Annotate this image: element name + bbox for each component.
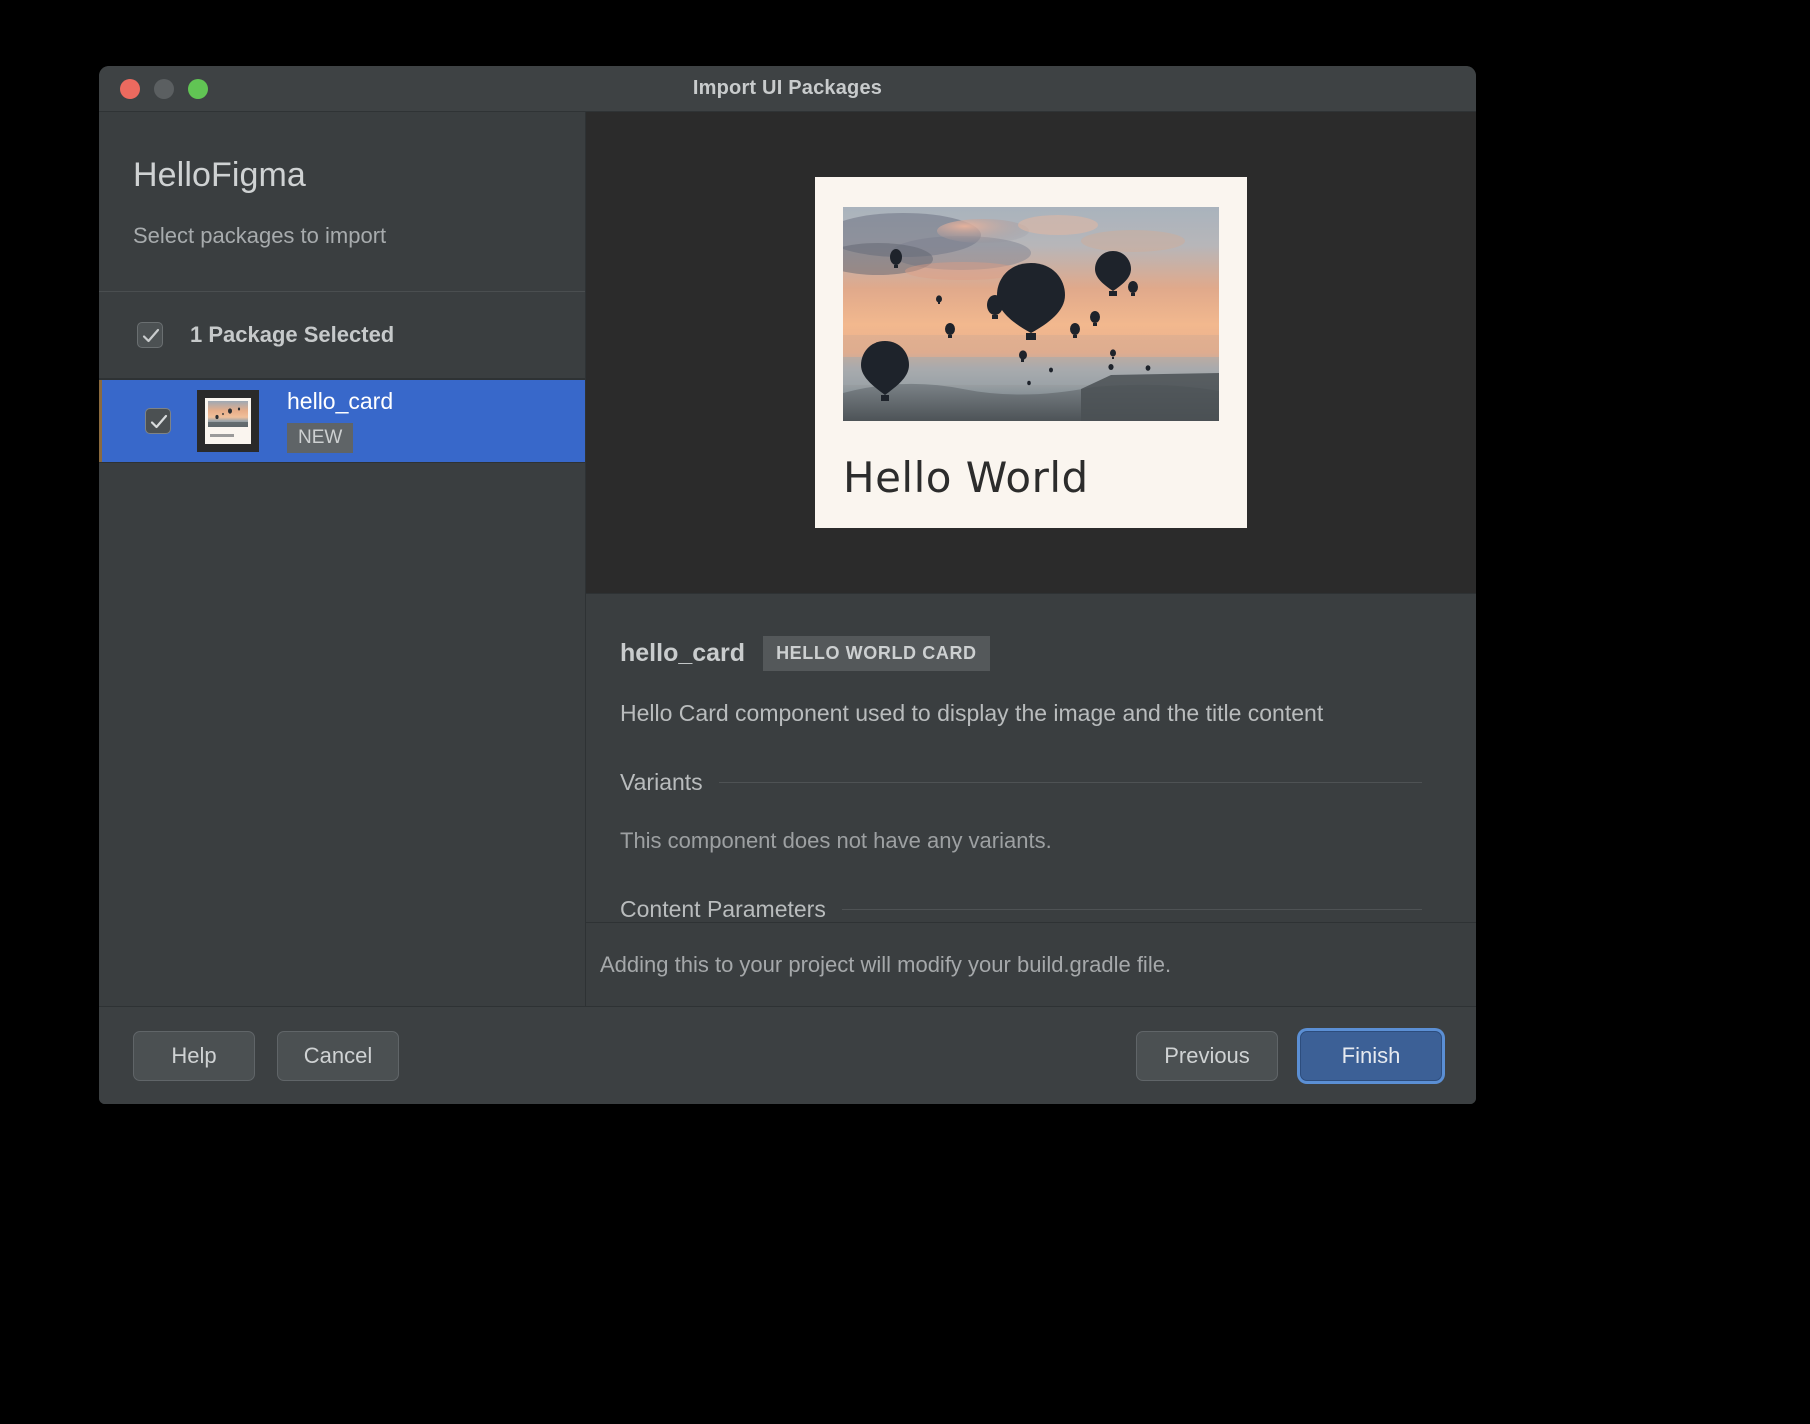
detail-description: Hello Card component used to display the…: [620, 700, 1324, 726]
package-meta: hello_card NEW: [287, 388, 394, 453]
section-title: Variants: [620, 769, 703, 795]
page-title: HelloFigma: [133, 156, 306, 194]
dialog-body: HelloFigma Select packages to import 1 P…: [99, 112, 1476, 1006]
section-header-variants: Variants: [620, 769, 1422, 796]
list-item[interactable]: hello_card NEW: [99, 379, 585, 463]
gradle-note: Adding this to your project will modify …: [586, 922, 1476, 1006]
section-title: Content Parameters: [620, 896, 826, 922]
import-ui-packages-dialog: Import UI Packages HelloFigma Select pac…: [99, 66, 1476, 1104]
window-titlebar: Import UI Packages: [99, 66, 1476, 112]
status-badge: NEW: [287, 422, 354, 453]
detail-header: hello_card HELLO WORLD CARD: [620, 636, 1422, 671]
sidebar: HelloFigma Select packages to import 1 P…: [99, 112, 586, 1006]
section-divider: [841, 909, 1422, 910]
hello-card-preview: Hello World: [815, 177, 1247, 528]
component-details: hello_card HELLO WORLD CARD Hello Card c…: [586, 594, 1476, 922]
package-thumbnail: [197, 390, 259, 452]
checkmark-icon: [142, 328, 160, 343]
sidebar-header: HelloFigma Select packages to import: [99, 112, 585, 292]
previous-button[interactable]: Previous: [1136, 1030, 1278, 1081]
minimize-button[interactable]: [154, 78, 174, 99]
section-divider: [718, 782, 1422, 783]
section-header-content-parameters: Content Parameters: [620, 896, 1422, 922]
detail-pane: Hello World hello_card HELLO WORLD CARD …: [586, 112, 1476, 1006]
cancel-button[interactable]: Cancel: [277, 1030, 399, 1081]
zoom-button[interactable]: [188, 78, 208, 99]
help-button[interactable]: Help: [133, 1030, 255, 1081]
section-body-variants: This component does not have any variant…: [620, 828, 1052, 853]
card-photo: [843, 207, 1219, 421]
window-controls: [120, 78, 208, 99]
dialog-footer: Help Cancel Previous Finish: [99, 1006, 1476, 1104]
screen: Import UI Packages HelloFigma Select pac…: [0, 0, 1810, 1424]
package-name: hello_card: [287, 388, 394, 415]
select-all-label: 1 Package Selected: [190, 322, 395, 347]
balloons-photo: [843, 207, 1219, 421]
select-all-checkbox[interactable]: [137, 322, 163, 348]
thumbnail-image: [208, 401, 248, 427]
finish-button[interactable]: Finish: [1300, 1030, 1442, 1081]
window-title: Import UI Packages: [692, 77, 883, 99]
checkmark-icon: [150, 414, 168, 429]
close-button[interactable]: [120, 78, 140, 99]
package-list: hello_card NEW: [99, 379, 585, 1006]
select-all-row[interactable]: 1 Package Selected: [99, 292, 585, 379]
card-title: Hello World: [843, 453, 1089, 502]
footer-right-buttons: Previous Finish: [1136, 1030, 1442, 1081]
footer-left-buttons: Help Cancel: [133, 1030, 399, 1081]
component-preview: Hello World: [586, 112, 1476, 594]
package-checkbox[interactable]: [145, 408, 171, 434]
detail-component-name: hello_card: [620, 639, 746, 667]
detail-type-badge: HELLO WORLD CARD: [763, 636, 990, 671]
sidebar-subtitle: Select packages to import: [133, 223, 387, 248]
